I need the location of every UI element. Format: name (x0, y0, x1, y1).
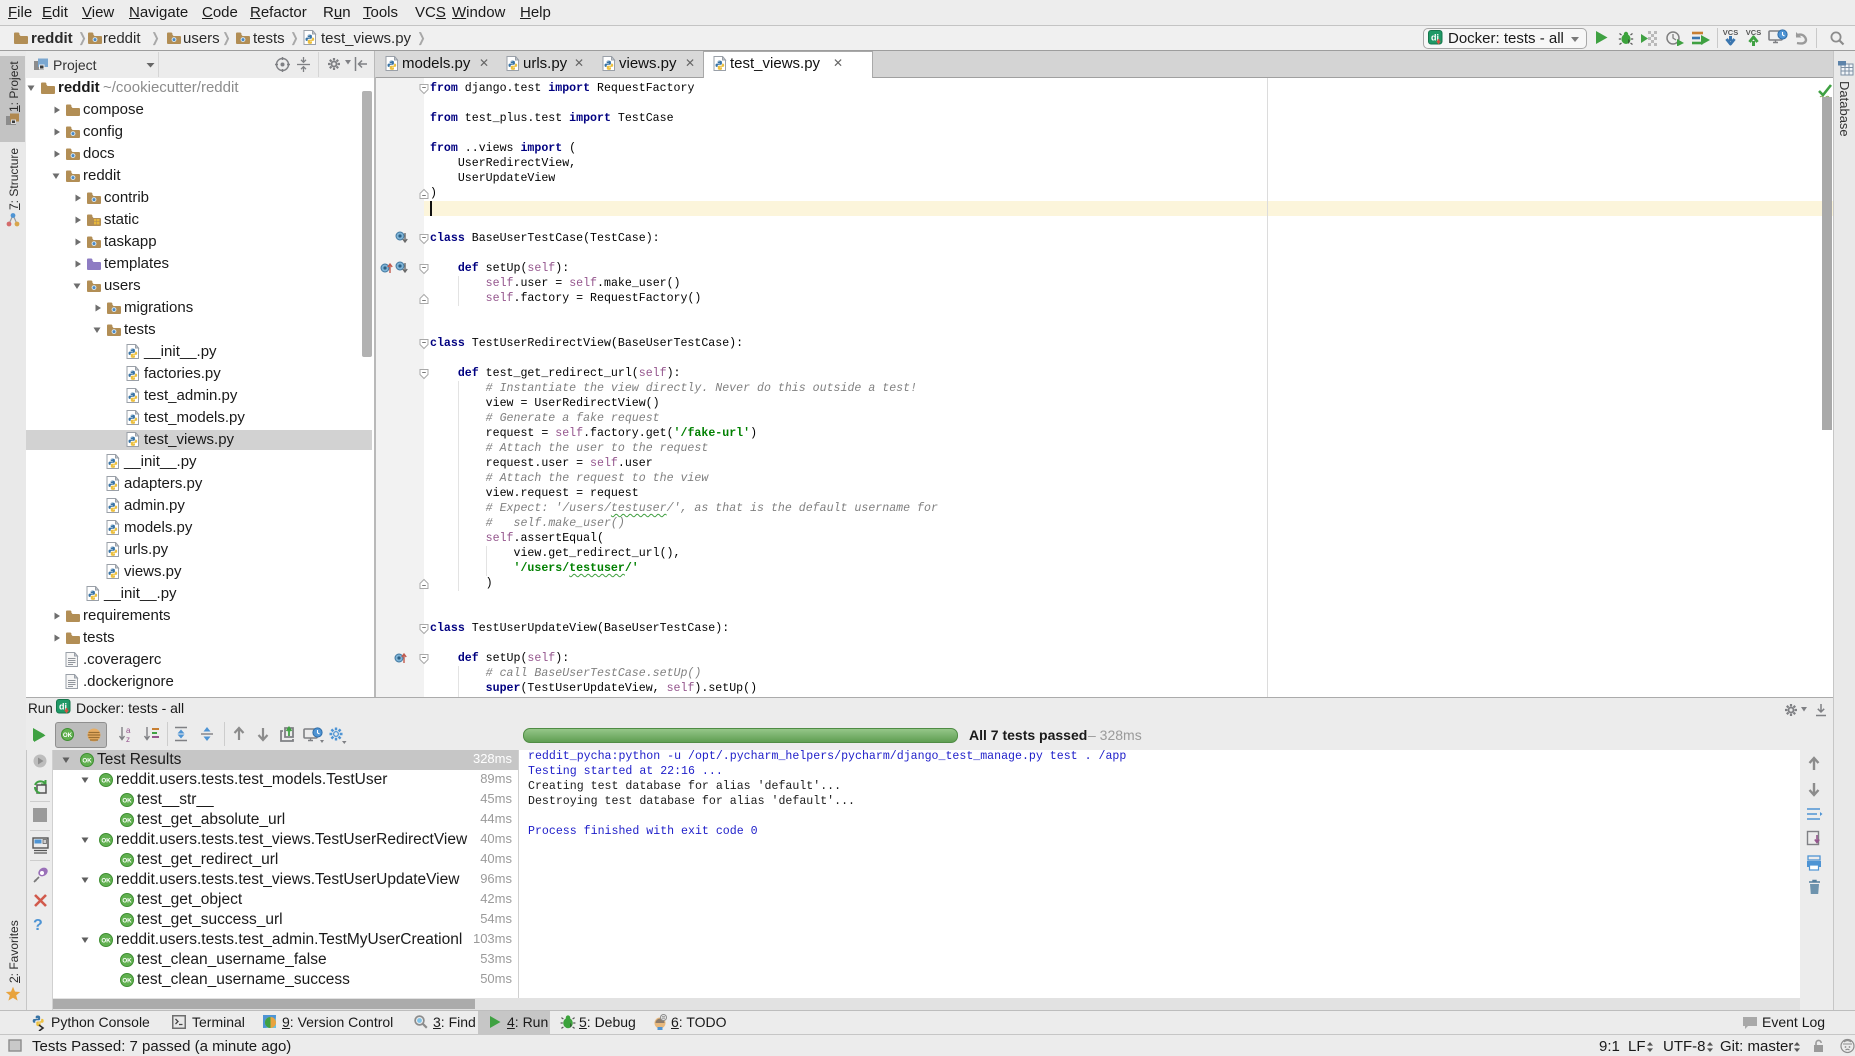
svg-text:OK: OK (63, 732, 73, 739)
svg-text:OK: OK (122, 857, 132, 864)
svg-text:OK: OK (101, 937, 111, 944)
svg-text:OK: OK (122, 957, 132, 964)
svg-text:OK: OK (122, 797, 132, 804)
svg-text:OK: OK (122, 897, 132, 904)
svg-text:OK: OK (122, 817, 132, 824)
svg-text:OK: OK (122, 977, 132, 984)
svg-text:a: a (126, 726, 131, 735)
svg-text:OK: OK (122, 917, 132, 924)
svg-text:OK: OK (101, 877, 111, 884)
svg-text:OK: OK (82, 757, 92, 764)
svg-text:z: z (126, 735, 130, 743)
svg-text:VCS: VCS (1723, 28, 1738, 37)
svg-text:OK: OK (101, 837, 111, 844)
svg-text:OK: OK (101, 777, 111, 784)
